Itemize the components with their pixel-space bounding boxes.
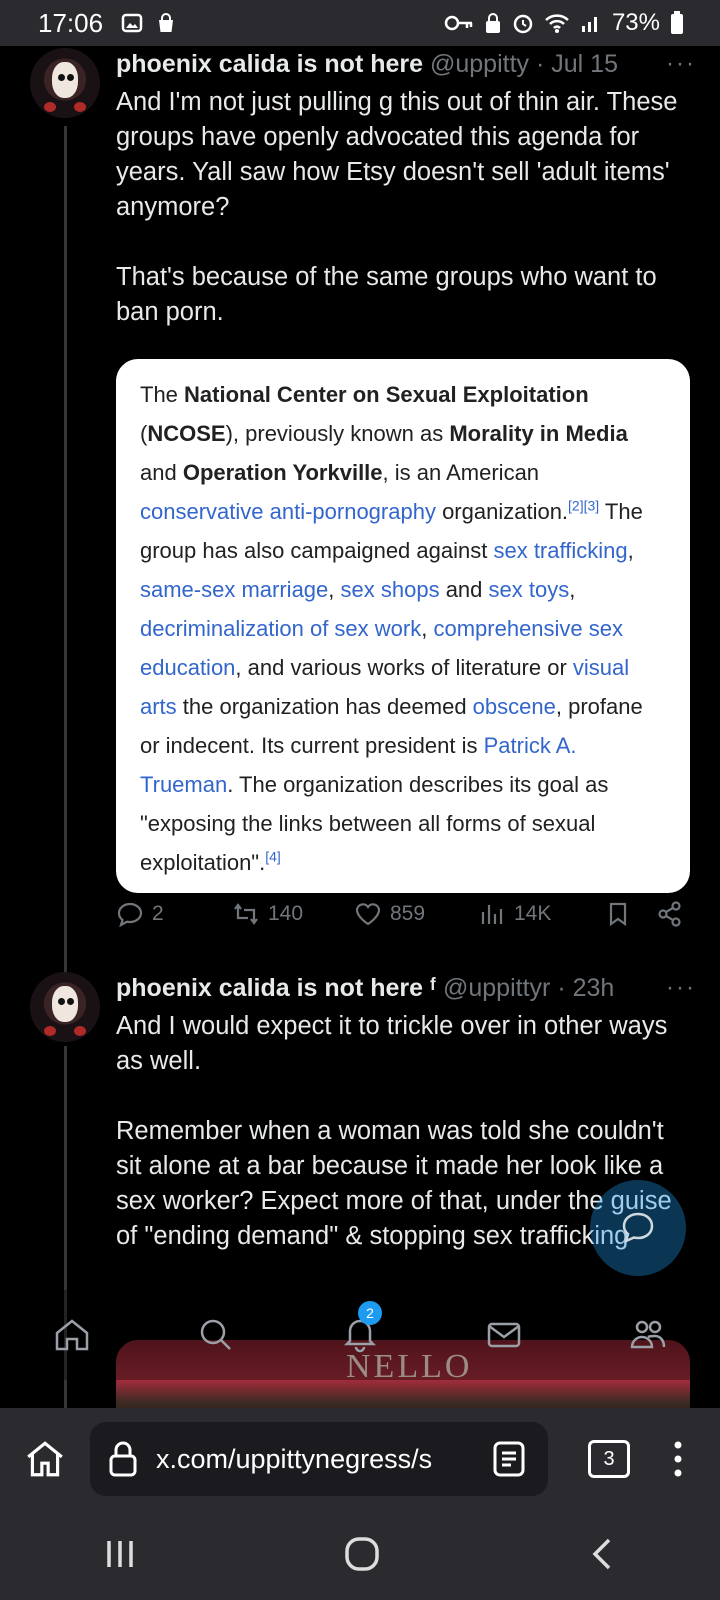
card-text: and (140, 460, 183, 485)
browser-home-icon[interactable] (24, 1438, 66, 1480)
tabs-count: 3 (603, 1448, 615, 1470)
citation[interactable]: [2][3] (568, 498, 599, 514)
author-handle[interactable]: @uppittyr (443, 974, 550, 1002)
post-header: phoenix calida is not here ᶠ @uppittyr ·… (116, 974, 696, 1003)
post-time: · 23h (557, 974, 615, 1002)
avatar[interactable] (30, 48, 100, 118)
card-bold: Morality in Media (449, 421, 628, 446)
more-options-icon[interactable]: ··· (666, 974, 696, 1002)
citation[interactable]: [4] (265, 849, 281, 865)
post-text: And I'm not just pulling g this out of t… (116, 88, 678, 326)
card-bold: National Center on Sexual Exploitation (184, 382, 589, 407)
card-text: the organization has deemed (176, 694, 473, 719)
search-icon[interactable] (196, 1315, 236, 1355)
post-time: · Jul 15 (535, 50, 618, 78)
card-text: , (328, 577, 341, 602)
card-link[interactable]: sex trafficking (493, 538, 627, 563)
card-text: , (421, 616, 434, 641)
card-text: , (627, 538, 634, 563)
card-text: , is an American (382, 460, 540, 485)
like-count: 859 (390, 902, 426, 925)
lock-icon (109, 1441, 137, 1477)
author-name[interactable]: phoenix calida is not here (116, 50, 423, 78)
compose-icon (622, 1212, 654, 1244)
card-bold: Operation Yorkville (182, 460, 383, 485)
post-1[interactable]: phoenix calida is not here @uppitty · Ju… (116, 50, 696, 330)
vpn-lock-icon (485, 13, 500, 33)
card-link[interactable]: decriminalization of sex work (140, 616, 421, 641)
card-text: ), previously known as (225, 421, 450, 446)
signal-icon (581, 17, 597, 32)
card-text: The (140, 382, 185, 407)
home-icon[interactable] (52, 1315, 92, 1355)
card-bold: NCOSE (147, 421, 226, 446)
card-text: organization. (435, 499, 569, 524)
battery-level: 73% (611, 9, 660, 36)
system-navigation (0, 1508, 720, 1600)
address-bar[interactable]: x.com/uppittynegress/s (90, 1422, 548, 1496)
recent-apps-icon[interactable] (103, 1537, 137, 1571)
alarm-icon (513, 14, 533, 34)
communities-icon[interactable] (628, 1315, 668, 1355)
author-name[interactable]: phoenix calida is not here ᶠ (116, 974, 436, 1002)
wifi-icon (545, 14, 569, 33)
share-icon (658, 901, 681, 927)
card-link[interactable]: conservative anti-pornography (140, 499, 436, 524)
tabs-button[interactable]: 3 (588, 1440, 630, 1478)
post-actions: 2 140 859 14K (116, 894, 694, 934)
url-text[interactable]: x.com/uppittynegress/s (156, 1444, 456, 1475)
shopping-bag-icon (159, 13, 174, 32)
share-button[interactable] (656, 900, 684, 928)
heart-icon (355, 903, 381, 926)
card-link[interactable]: obscene (473, 694, 556, 719)
home-button-icon[interactable] (344, 1536, 380, 1572)
views-icon (481, 905, 503, 924)
bottom-navigation: 2 (0, 1290, 720, 1380)
post-header: phoenix calida is not here @uppitty · Ju… (116, 50, 696, 79)
views-count: 14K (514, 902, 552, 925)
notification-badge: 2 (358, 1300, 382, 1325)
status-bar: 17:06 73% (0, 0, 720, 46)
thread-line (64, 126, 67, 996)
repost-icon (234, 903, 258, 925)
card-text: , and various works of literature or (235, 655, 573, 680)
bookmark-button[interactable] (604, 900, 656, 928)
repost-button[interactable]: 140 (232, 900, 354, 928)
bookmark-icon (609, 902, 627, 927)
card-link[interactable]: sex toys (489, 577, 570, 602)
quoted-wiki-card[interactable]: The National Center on Sexual Exploitati… (116, 359, 690, 893)
back-icon[interactable] (587, 1536, 617, 1572)
browser-menu-icon[interactable] (672, 1440, 684, 1478)
reply-icon (117, 902, 143, 928)
card-text: , (569, 577, 576, 602)
gallery-icon (121, 13, 143, 33)
card-link[interactable]: same-sex marriage (140, 577, 328, 602)
status-time: 17:06 (38, 7, 104, 38)
reader-mode-icon[interactable] (492, 1440, 526, 1478)
card-link[interactable]: sex shops (341, 577, 440, 602)
reply-button[interactable]: 2 (116, 900, 232, 928)
compose-button[interactable] (590, 1180, 686, 1276)
notifications-button[interactable]: 2 (340, 1300, 382, 1358)
battery-icon (671, 11, 683, 34)
reply-count: 2 (152, 902, 164, 925)
author-handle[interactable]: @uppitty (430, 50, 529, 78)
messages-icon[interactable] (484, 1315, 524, 1355)
views-button[interactable]: 14K (478, 900, 604, 928)
key-icon (444, 15, 473, 31)
card-text: and (439, 577, 489, 602)
repost-count: 140 (268, 902, 304, 925)
browser-toolbar: x.com/uppittynegress/s 3 (0, 1408, 720, 1508)
avatar-2[interactable] (30, 972, 100, 1042)
like-button[interactable]: 859 (354, 900, 478, 928)
more-options-icon[interactable]: ··· (666, 50, 696, 78)
